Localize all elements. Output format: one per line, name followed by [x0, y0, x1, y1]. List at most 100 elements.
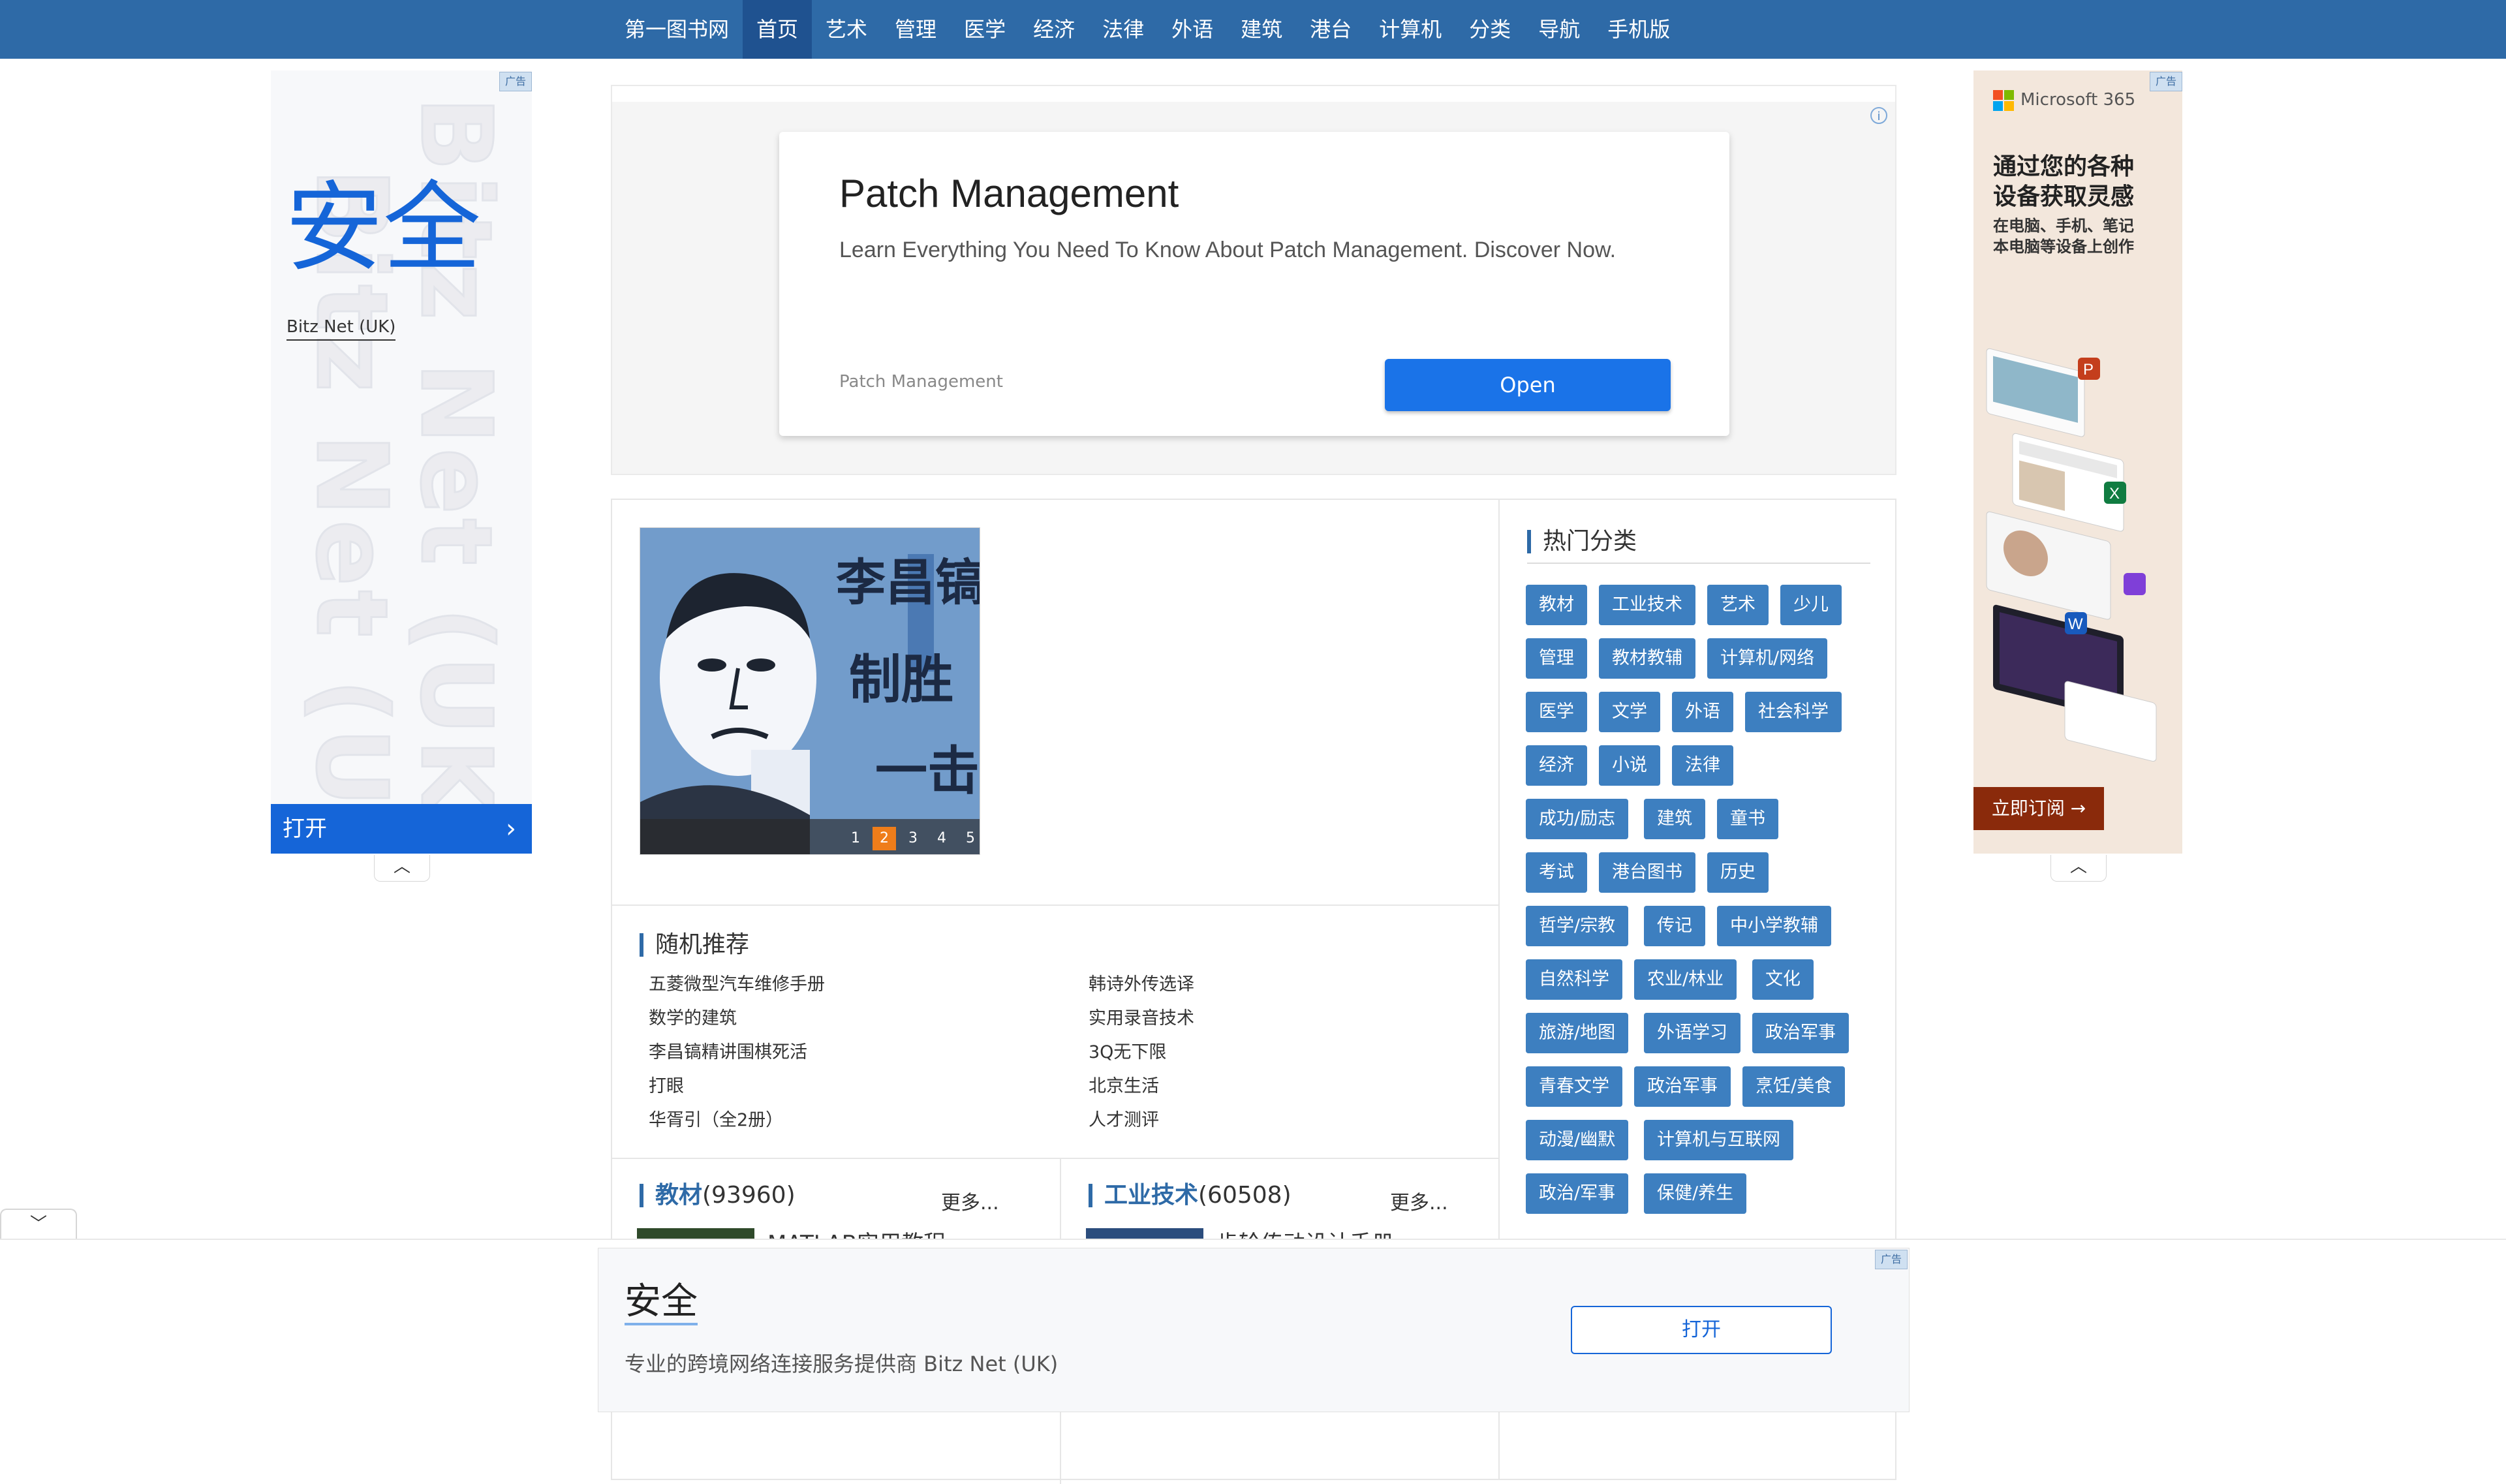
bottom-ad-card[interactable]: 安全 专业的跨境网络连接服务提供商 Bitz Net (UK) 打开 广告: [598, 1248, 1910, 1412]
slider-page-button[interactable]: 4: [930, 827, 953, 850]
category-tag[interactable]: 计算机与互联网: [1644, 1120, 1793, 1160]
ad-tag[interactable]: 广告: [499, 72, 532, 91]
category-tag[interactable]: 传记: [1644, 906, 1705, 946]
category-tag[interactable]: 动漫/幽默: [1526, 1120, 1629, 1160]
nav-item[interactable]: 计算机: [1365, 0, 1455, 59]
category-tag[interactable]: 医学: [1526, 692, 1587, 732]
recommend-book-link[interactable]: 人才测评: [1089, 1105, 1159, 1131]
category-tag[interactable]: 青春文学: [1526, 1066, 1622, 1107]
left-ad-headline[interactable]: 安全: [285, 149, 481, 290]
category-tag[interactable]: 艺术: [1707, 585, 1769, 625]
left-ad[interactable]: Bitz Net (UK) Bitz Net (UK) 安全 Bitz Net …: [271, 70, 532, 854]
category-tag[interactable]: 建筑: [1644, 799, 1705, 839]
nav-item[interactable]: 港台: [1296, 0, 1365, 59]
recommend-book-link[interactable]: 五菱微型汽车维修手册: [649, 970, 825, 995]
category-tag[interactable]: 计算机/网络: [1707, 638, 1828, 679]
nav-item[interactable]: 手机版: [1594, 0, 1684, 59]
more-link[interactable]: 更多...: [1390, 1186, 1448, 1215]
banner-ad-title[interactable]: Patch Management: [839, 171, 1179, 216]
category-tag[interactable]: 工业技术: [1599, 585, 1695, 625]
nav-item[interactable]: 首页: [743, 0, 812, 59]
banner-ad-card[interactable]: Patch Management Learn Everything You Ne…: [779, 132, 1729, 436]
slider-page-button[interactable]: 3: [901, 827, 925, 850]
right-ad-subscribe-button[interactable]: 立即订阅 →: [1973, 787, 2104, 830]
more-link[interactable]: 更多...: [941, 1186, 999, 1215]
svg-text:W: W: [2068, 615, 2083, 633]
category-tag[interactable]: 中小学教辅: [1717, 906, 1831, 946]
category-title-gongye: 工业技术(60508): [1089, 1184, 1292, 1207]
nav-item[interactable]: 建筑: [1227, 0, 1296, 59]
left-ad-collapse-button[interactable]: ︿: [374, 855, 430, 882]
slider-page-button[interactable]: 1: [844, 827, 867, 850]
recommend-book-link[interactable]: 北京生活: [1089, 1072, 1159, 1097]
left-ad-open-button[interactable]: 打开 ›: [271, 804, 532, 854]
category-count: (93960): [702, 1182, 796, 1209]
nav-item[interactable]: 艺术: [812, 0, 881, 59]
book-cover-image[interactable]: 李昌镐 制胜 一击: [640, 528, 980, 854]
category-tag[interactable]: 自然科学: [1526, 959, 1622, 1000]
banner-ad-open-button[interactable]: Open: [1385, 359, 1671, 411]
category-tag[interactable]: 港台图书: [1599, 852, 1695, 893]
category-link-gongye[interactable]: 工业技术: [1104, 1182, 1198, 1209]
category-tag[interactable]: 农业/林业: [1634, 959, 1737, 1000]
category-tag[interactable]: 少儿: [1780, 585, 1842, 625]
banner-ad-source[interactable]: Patch Management: [839, 372, 1003, 392]
right-ad-device-collage: P X W: [1986, 348, 2157, 762]
ad-tag[interactable]: 广告: [2150, 72, 2182, 91]
category-tag[interactable]: 法律: [1672, 745, 1733, 786]
nav-item[interactable]: 经济: [1019, 0, 1089, 59]
recommend-book-link[interactable]: 打眼: [649, 1072, 684, 1097]
recommend-book-link[interactable]: 华胥引（全2册）: [649, 1105, 783, 1131]
recommend-book-link[interactable]: 实用录音技术: [1089, 1004, 1194, 1029]
ad-info-icon[interactable]: i: [1870, 107, 1887, 124]
left-ad-brand[interactable]: Bitz Net (UK): [286, 317, 396, 341]
category-tag[interactable]: 成功/励志: [1526, 799, 1629, 839]
recommend-book-link[interactable]: 韩诗外传选译: [1089, 970, 1194, 995]
category-tag[interactable]: 烹饪/美食: [1742, 1066, 1846, 1107]
right-ad-collapse-button[interactable]: ︿: [2050, 855, 2107, 882]
category-tag[interactable]: 经济: [1526, 745, 1587, 786]
category-tag[interactable]: 外语学习: [1644, 1013, 1740, 1053]
category-tag[interactable]: 小说: [1599, 745, 1660, 786]
nav-item[interactable]: 医学: [950, 0, 1019, 59]
recommend-book-link[interactable]: 3Q无下限: [1089, 1038, 1166, 1063]
category-tag[interactable]: 旅游/地图: [1526, 1013, 1629, 1053]
right-ad[interactable]: Microsoft 365 广告 通过您的各种 设备获取灵感 在电脑、手机、笔记…: [1973, 70, 2182, 854]
category-tag[interactable]: 童书: [1717, 799, 1778, 839]
random-recommend-title: 随机推荐: [640, 933, 749, 957]
ad-tag[interactable]: 广告: [1875, 1250, 1908, 1269]
category-tag[interactable]: 外语: [1672, 692, 1733, 732]
section-divider: [612, 1158, 1498, 1159]
category-tag[interactable]: 教材: [1526, 585, 1587, 625]
site-logo-link[interactable]: 第一图书网: [611, 0, 743, 59]
recommend-book-link[interactable]: 数学的建筑: [649, 1004, 737, 1029]
category-link-jiaocai[interactable]: 教材: [655, 1182, 702, 1209]
category-tag[interactable]: 政治军事: [1752, 1013, 1849, 1053]
nav-item[interactable]: 分类: [1455, 0, 1524, 59]
book-slider[interactable]: 李昌镐 制胜 一击 12345: [640, 527, 980, 855]
nav-item[interactable]: 导航: [1524, 0, 1594, 59]
nav-item[interactable]: 法律: [1089, 0, 1158, 59]
category-tag[interactable]: 保健/养生: [1644, 1173, 1747, 1214]
nav-item[interactable]: 外语: [1158, 0, 1227, 59]
category-tag[interactable]: 历史: [1707, 852, 1769, 893]
recommend-book-link[interactable]: 李昌镐精讲围棋死活: [649, 1038, 807, 1063]
bottom-ad-title[interactable]: 安全: [625, 1281, 698, 1325]
category-tag[interactable]: 政治/军事: [1526, 1173, 1629, 1214]
category-tag[interactable]: 文化: [1752, 959, 1814, 1000]
category-tag[interactable]: 文学: [1599, 692, 1660, 732]
slider-page-button[interactable]: 5: [959, 827, 980, 850]
category-tag[interactable]: 政治军事: [1634, 1066, 1731, 1107]
svg-text:P: P: [2083, 361, 2094, 379]
slider-page-button[interactable]: 2: [873, 827, 896, 850]
category-tag[interactable]: 管理: [1526, 638, 1587, 679]
right-ad-brand: Microsoft 365: [2020, 90, 2136, 110]
nav-item[interactable]: 管理: [881, 0, 950, 59]
category-tag[interactable]: 哲学/宗教: [1526, 906, 1629, 946]
bottom-ad-collapse-button[interactable]: ﹀: [0, 1209, 77, 1240]
bottom-ad-open-button[interactable]: 打开: [1571, 1306, 1832, 1354]
category-tag[interactable]: 教材教辅: [1599, 638, 1695, 679]
chevron-up-icon: ︿: [393, 857, 410, 876]
category-tag[interactable]: 考试: [1526, 852, 1587, 893]
category-tag[interactable]: 社会科学: [1745, 692, 1842, 732]
